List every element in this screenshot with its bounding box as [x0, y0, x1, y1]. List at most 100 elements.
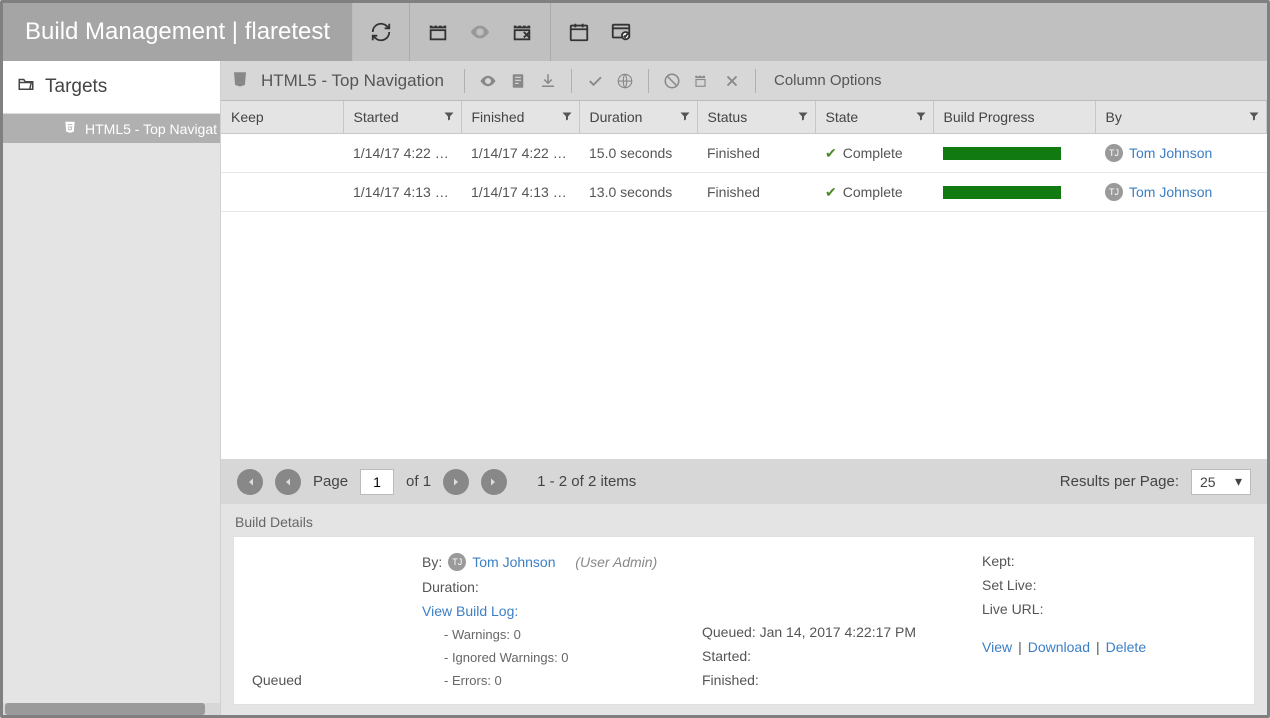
avatar: TJ	[1105, 183, 1123, 201]
table-row[interactable]: 1/14/17 4:13 P…1/14/17 4:13 P…13.0 secon…	[221, 173, 1267, 212]
delete-link[interactable]: Delete	[1106, 639, 1146, 655]
errors-line: - Errors: 0	[422, 673, 682, 688]
rpp-select[interactable]: 25 ▾	[1191, 469, 1251, 495]
cell-finished: 1/14/17 4:13 P…	[461, 173, 579, 212]
sub-toolbar-title: HTML5 - Top Navigation	[257, 71, 452, 91]
filter-icon[interactable]	[1248, 109, 1260, 125]
cell-keep	[221, 134, 343, 173]
column-options-link[interactable]: Column Options	[768, 72, 882, 89]
warnings-line: - Warnings: 0	[422, 627, 682, 642]
page-title: Build Management | flaretest	[3, 3, 353, 61]
detail-set-live: Set Live:	[982, 577, 1236, 593]
cell-status: Finished	[697, 173, 815, 212]
build-table: Keep Started Finished Duration Status St…	[221, 101, 1267, 212]
avatar: TJ	[1105, 144, 1123, 162]
folder-icon	[17, 75, 35, 99]
page-label: Page	[313, 473, 348, 490]
user-link[interactable]: Tom Johnson	[1129, 184, 1212, 200]
html5-shield-icon	[63, 120, 77, 137]
detail-finished: Finished:	[702, 672, 962, 688]
col-by[interactable]: By	[1095, 101, 1267, 134]
html5-shield-icon	[231, 70, 249, 91]
filter-icon[interactable]	[679, 109, 691, 125]
topbar: Build Management | flaretest	[3, 3, 1267, 61]
col-duration[interactable]: Duration	[579, 101, 697, 134]
sidebar-heading: Targets	[3, 61, 220, 114]
filter-icon[interactable]	[443, 109, 455, 125]
build-icon[interactable]	[424, 18, 452, 46]
col-keep[interactable]: Keep	[221, 101, 343, 134]
sidebar-item-label: HTML5 - Top Navigat	[85, 121, 217, 137]
next-page-button[interactable]	[443, 469, 469, 495]
cell-started: 1/14/17 4:13 P…	[343, 173, 461, 212]
schedule-icon[interactable]	[565, 18, 593, 46]
detail-kept: Kept:	[982, 553, 1236, 569]
cell-state: ✔Complete	[815, 173, 933, 212]
checkmark-icon: ✔	[825, 184, 837, 201]
rpp-label: Results per Page:	[1060, 473, 1179, 490]
of-label: of 1	[406, 473, 431, 490]
detail-started: Started:	[702, 648, 962, 664]
last-page-button[interactable]	[481, 469, 507, 495]
col-started[interactable]: Started	[343, 101, 461, 134]
build-details-heading: Build Details	[221, 504, 1267, 536]
detail-by-role: (User Admin)	[575, 554, 657, 570]
cell-state: ✔Complete	[815, 134, 933, 173]
pagination-bar: Page of 1 1 - 2 of 2 items Results per P…	[221, 459, 1267, 504]
detail-queued: Queued: Jan 14, 2017 4:22:17 PM	[702, 624, 962, 640]
checkmark-icon: ✔	[825, 145, 837, 162]
detail-actions: View | Download | Delete	[982, 639, 1236, 655]
col-finished[interactable]: Finished	[461, 101, 579, 134]
rebuild-icon[interactable]	[691, 70, 713, 92]
detail-by-user[interactable]: Tom Johnson	[472, 554, 555, 570]
stop-icon[interactable]	[661, 70, 683, 92]
filter-icon[interactable]	[797, 109, 809, 125]
download-link[interactable]: Download	[1028, 639, 1090, 655]
scrollbar-thumb[interactable]	[5, 703, 205, 715]
view-icon[interactable]	[466, 18, 494, 46]
table-row[interactable]: 1/14/17 4:22 P…1/14/17 4:22 P…15.0 secon…	[221, 134, 1267, 173]
cancel-build-icon[interactable]	[508, 18, 536, 46]
build-details-panel: Queued By: TJ Tom Johnson (User Admin) D…	[233, 536, 1255, 705]
progress-bar	[943, 147, 1061, 160]
refresh-icon[interactable]	[367, 18, 395, 46]
page-input[interactable]	[360, 469, 394, 495]
filter-icon[interactable]	[561, 109, 573, 125]
check-icon[interactable]	[584, 70, 606, 92]
delete-icon[interactable]	[721, 70, 743, 92]
cell-finished: 1/14/17 4:22 P…	[461, 134, 579, 173]
col-state[interactable]: State	[815, 101, 933, 134]
sidebar-scrollbar[interactable]	[3, 703, 220, 715]
publish-icon[interactable]	[607, 18, 635, 46]
sidebar-item-html5-top[interactable]: HTML5 - Top Navigat	[3, 114, 220, 143]
cell-keep	[221, 173, 343, 212]
view-build-log-link[interactable]: View Build Log:	[422, 603, 682, 619]
col-status[interactable]: Status	[697, 101, 815, 134]
view-link[interactable]: View	[982, 639, 1012, 655]
cell-duration: 13.0 seconds	[579, 173, 697, 212]
ignored-warnings-line: - Ignored Warnings: 0	[422, 650, 682, 665]
cell-duration: 15.0 seconds	[579, 134, 697, 173]
main-content: HTML5 - Top Navigation Column Options	[221, 61, 1267, 715]
table-empty-area	[221, 212, 1267, 459]
cell-by: TJ Tom Johnson	[1095, 134, 1267, 173]
first-page-button[interactable]	[237, 469, 263, 495]
range-label: 1 - 2 of 2 items	[537, 473, 636, 490]
cell-status: Finished	[697, 134, 815, 173]
prev-page-button[interactable]	[275, 469, 301, 495]
col-build-progress[interactable]: Build Progress	[933, 101, 1095, 134]
rpp-value: 25	[1200, 474, 1216, 490]
toggle-view-icon[interactable]	[477, 70, 499, 92]
sidebar-heading-text: Targets	[45, 76, 107, 98]
sidebar: Targets HTML5 - Top Navigat	[3, 61, 221, 715]
user-link[interactable]: Tom Johnson	[1129, 145, 1212, 161]
detail-duration: Duration:	[422, 579, 682, 595]
cell-started: 1/14/17 4:22 P…	[343, 134, 461, 173]
filter-icon[interactable]	[915, 109, 927, 125]
globe-icon[interactable]	[614, 70, 636, 92]
log-icon[interactable]	[507, 70, 529, 92]
detail-live-url: Live URL:	[982, 601, 1236, 617]
download-icon[interactable]	[537, 70, 559, 92]
detail-status: Queued	[252, 672, 402, 688]
cell-progress	[933, 173, 1095, 212]
